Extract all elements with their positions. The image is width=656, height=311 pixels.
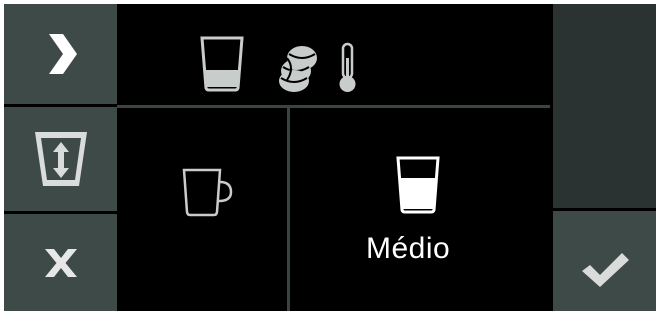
x-icon: [44, 248, 77, 277]
cancel-button[interactable]: [4, 214, 117, 311]
confirm-button[interactable]: [553, 211, 656, 311]
coffee-beans-icon: [279, 46, 317, 92]
right-panel-blank: [553, 4, 656, 208]
machine-display: Médio: [4, 4, 656, 311]
option-label: Médio: [366, 232, 451, 265]
check-icon: [581, 253, 629, 287]
mug-icon: [182, 168, 233, 217]
cup-volume-button[interactable]: [4, 107, 117, 211]
option-medium[interactable]: Médio: [290, 108, 550, 311]
thermometer-icon: [339, 42, 356, 92]
glass-icon: [396, 156, 440, 214]
next-button[interactable]: [4, 4, 117, 104]
glass-icon: [200, 36, 244, 92]
chevron-right-icon: [48, 34, 77, 74]
option-mug[interactable]: [117, 108, 287, 311]
cup-volume-icon: [34, 132, 87, 186]
